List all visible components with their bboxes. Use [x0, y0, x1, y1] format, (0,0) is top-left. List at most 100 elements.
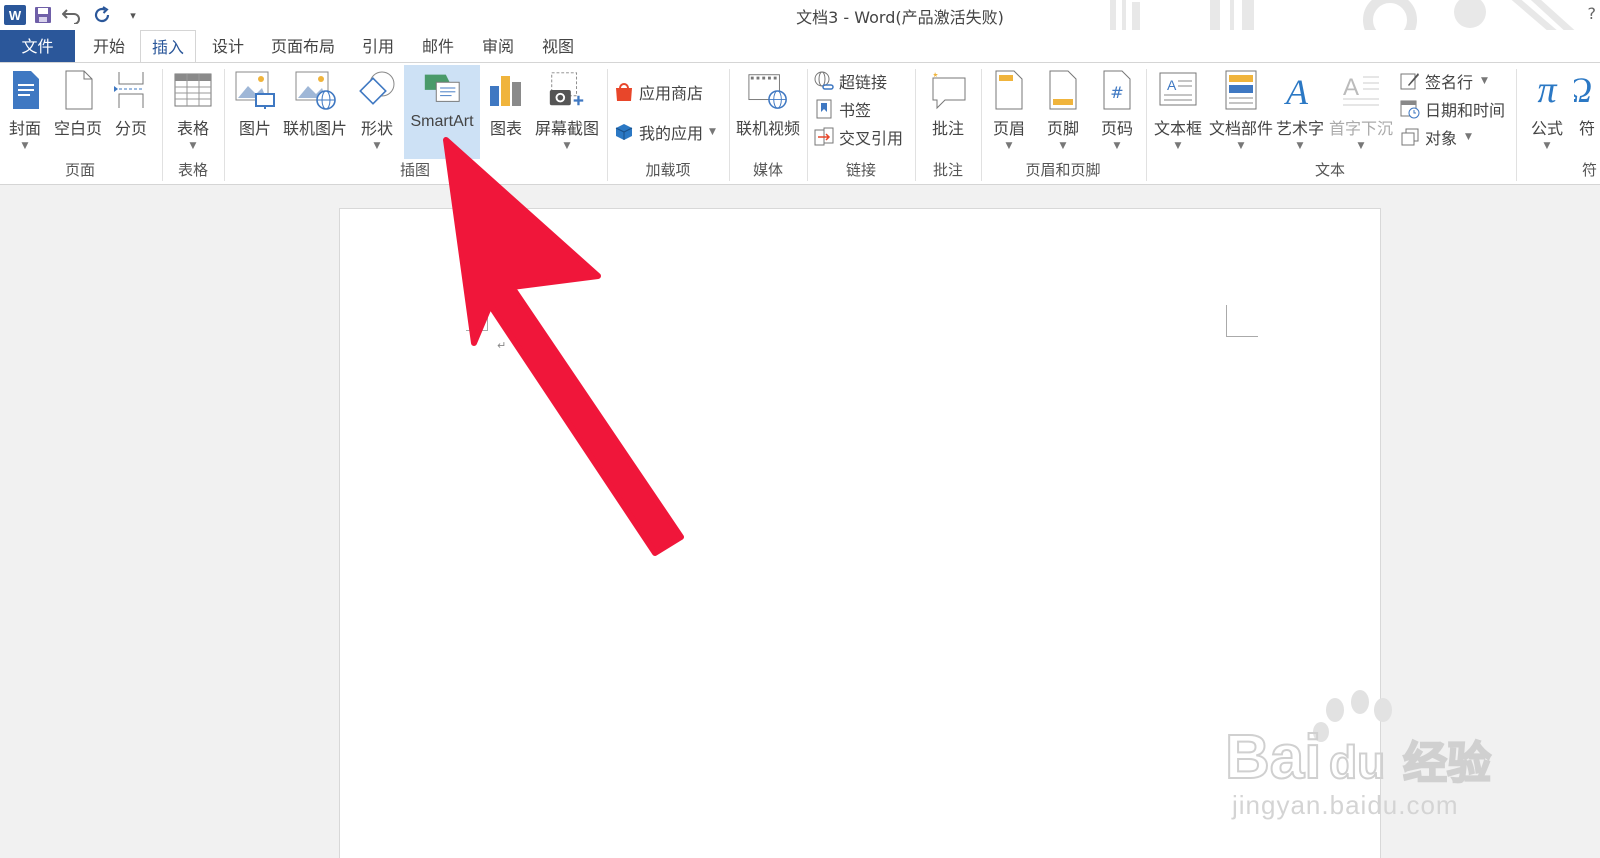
wordart-button[interactable]: A 艺术字 ▼ — [1274, 67, 1326, 155]
chevron-down-icon: ▼ — [21, 141, 29, 151]
table-button[interactable]: 表格 ▼ — [168, 67, 218, 155]
shapes-button[interactable]: 形状 ▼ — [352, 67, 402, 155]
blank-page-button[interactable]: 空白页 — [52, 67, 104, 155]
signature-line-icon — [1400, 71, 1420, 91]
blank-page-icon — [57, 69, 99, 111]
online-video-button[interactable]: 联机视频 — [734, 67, 802, 155]
window-title: 文档3 - Word(产品激活失败) — [796, 8, 1004, 27]
online-picture-button[interactable]: 联机图片 — [282, 67, 348, 155]
hyperlink-button[interactable]: 超链接 — [814, 68, 887, 94]
bookmark-button[interactable]: 书签 — [814, 96, 871, 122]
header-icon — [988, 69, 1030, 111]
tab-page-layout[interactable]: 页面布局 — [266, 30, 340, 63]
online-video-icon — [747, 69, 789, 111]
store-button[interactable]: 应用商店 — [614, 79, 703, 105]
tab-insert[interactable]: 插入 — [140, 30, 196, 64]
svg-text:A: A — [1284, 72, 1309, 110]
equation-button[interactable]: π 公式 ▼ — [1522, 67, 1572, 155]
smartart-icon — [421, 67, 463, 109]
signature-line-button[interactable]: 签名行 ▼ — [1400, 68, 1488, 94]
page-number-button[interactable]: # 页码 ▼ — [1094, 67, 1140, 155]
chevron-down-icon: ▼ — [1357, 141, 1365, 151]
object-icon — [1400, 127, 1420, 147]
cross-reference-icon — [814, 127, 834, 147]
quick-parts-icon — [1220, 69, 1262, 111]
footer-button[interactable]: 页脚 ▼ — [1040, 67, 1086, 155]
cover-page-button[interactable]: 封面 ▼ — [2, 67, 48, 155]
date-time-button[interactable]: 日期和时间 — [1400, 96, 1505, 122]
group-label-links: 链接 — [845, 161, 876, 179]
tab-view[interactable]: 视图 — [536, 30, 580, 63]
margin-corner-marker — [1226, 305, 1258, 337]
svg-text:#: # — [1110, 83, 1123, 102]
watermark-brand: Bai — [1225, 723, 1321, 792]
chevron-down-icon: ▼ — [189, 141, 197, 151]
cross-reference-button[interactable]: 交叉引用 — [814, 124, 903, 150]
picture-button[interactable]: 图片 — [230, 67, 280, 155]
footer-icon — [1042, 69, 1084, 111]
ribbon-tabs: 文件 开始 插入 设计 页面布局 引用 邮件 审阅 视图 — [0, 30, 1600, 64]
hyperlink-icon — [814, 71, 834, 91]
chevron-down-icon: ▼ — [1543, 141, 1551, 151]
chart-button[interactable]: 图表 — [484, 67, 528, 155]
svg-text:du: du — [1329, 736, 1385, 788]
group-label-addins: 加载项 — [645, 161, 691, 179]
chevron-down-icon: ▼ — [1005, 141, 1013, 151]
page-break-icon — [110, 69, 152, 111]
group-separator — [162, 69, 163, 181]
tab-review[interactable]: 审阅 — [476, 30, 520, 63]
screenshot-button[interactable]: 屏幕截图 ▼ — [532, 67, 602, 155]
tab-mailings[interactable]: 邮件 — [416, 30, 460, 63]
group-label-media: 媒体 — [752, 161, 783, 179]
tab-home[interactable]: 开始 — [87, 30, 131, 63]
group-label-header-footer: 页眉和页脚 — [1025, 161, 1101, 179]
comment-icon — [927, 69, 969, 111]
chevron-down-icon: ▼ — [563, 141, 571, 151]
chevron-down-icon: ▼ — [1174, 141, 1182, 151]
drop-cap-button[interactable]: A 首字下沉 ▼ — [1328, 67, 1394, 155]
quick-parts-button[interactable]: 文档部件 ▼ — [1208, 67, 1274, 155]
chevron-down-icon: ▼ — [1059, 141, 1067, 151]
online-picture-icon — [294, 69, 336, 111]
page-number-icon: # — [1096, 69, 1138, 111]
chevron-down-icon: ▼ — [709, 127, 716, 137]
comment-button[interactable]: 批注 — [920, 67, 976, 155]
margin-corner-marker — [466, 305, 488, 331]
group-label-pages: 页面 — [64, 161, 95, 179]
tab-design[interactable]: 设计 — [206, 30, 250, 63]
chevron-down-icon: ▼ — [1481, 76, 1488, 86]
group-label-comments: 批注 — [932, 161, 963, 179]
group-separator — [1146, 69, 1147, 181]
tab-file[interactable]: 文件 — [0, 30, 75, 63]
group-separator — [224, 69, 225, 181]
object-button[interactable]: 对象 ▼ — [1400, 124, 1472, 150]
my-apps-button[interactable]: 我的应用 ▼ — [614, 119, 716, 145]
textbox-icon: A — [1157, 69, 1199, 111]
symbol-button[interactable]: Ω 符 — [1574, 67, 1600, 155]
chevron-down-icon: ▼ — [1296, 141, 1304, 151]
shapes-icon — [356, 69, 398, 111]
watermark-brand-2: 经验 — [1403, 738, 1491, 789]
chevron-down-icon: ▼ — [1113, 141, 1121, 151]
header-button[interactable]: 页眉 ▼ — [986, 67, 1032, 155]
cover-page-icon — [4, 69, 46, 111]
table-icon — [172, 69, 214, 111]
page-break-button[interactable]: 分页 — [108, 67, 154, 155]
textbox-button[interactable]: A 文本框 ▼ — [1150, 67, 1206, 155]
group-label-tables: 表格 — [177, 161, 208, 179]
help-button[interactable]: ? — [1588, 4, 1597, 23]
date-time-icon — [1400, 99, 1420, 119]
watermark-url: jingyan.baidu.com — [1232, 790, 1459, 820]
group-label-symbols: 符 — [1582, 161, 1598, 179]
bookmark-icon — [814, 99, 834, 119]
chevron-down-icon: ▼ — [1237, 141, 1245, 151]
drop-cap-icon: A — [1340, 69, 1382, 111]
chart-icon — [485, 69, 527, 111]
tab-references[interactable]: 引用 — [356, 30, 400, 63]
store-icon — [614, 82, 634, 102]
omega-icon: Ω — [1574, 69, 1600, 111]
group-separator — [1516, 69, 1517, 181]
smartart-button[interactable]: SmartArt — [404, 65, 480, 159]
group-label-text: 文本 — [1314, 161, 1345, 179]
ribbon: 封面 ▼ 空白页 分页 页面 表格 ▼ 表格 图片 联机图片 形状 ▼ Smar… — [0, 62, 1600, 185]
